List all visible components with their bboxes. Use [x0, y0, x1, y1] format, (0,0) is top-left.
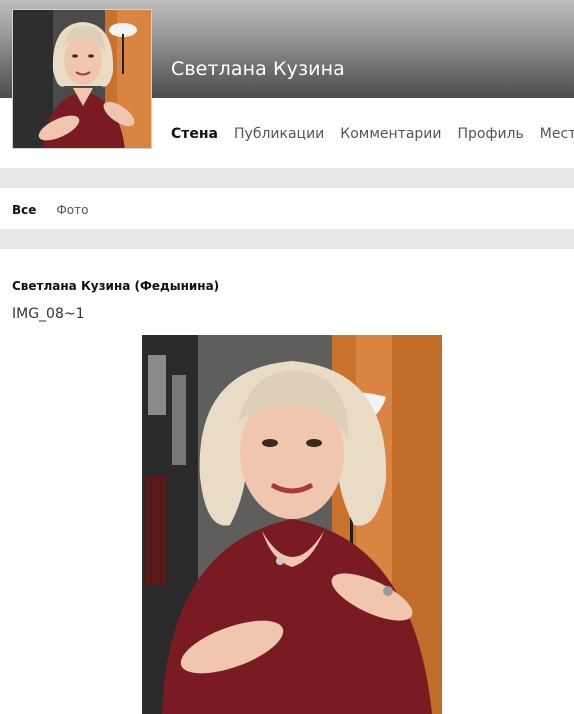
divider [0, 168, 574, 188]
post-caption: IMG_08~1 [12, 306, 85, 322]
tab-wall[interactable]: Стена [171, 126, 218, 146]
profile-name[interactable]: Светлана Кузина [171, 58, 345, 80]
divider [0, 229, 574, 249]
avatar-image [13, 10, 151, 148]
filter-all[interactable]: Все [12, 203, 36, 217]
post-photo[interactable] [142, 335, 442, 714]
tab-profile[interactable]: Профиль [458, 126, 524, 146]
tab-comments[interactable]: Комментарии [340, 126, 441, 146]
tab-publications[interactable]: Публикации [234, 126, 324, 146]
profile-tabs: Стена Публикации Комментарии Профиль Мес… [171, 126, 574, 146]
avatar[interactable] [12, 9, 152, 149]
filter-photo[interactable]: Фото [56, 203, 88, 217]
post-author[interactable]: Светлана Кузина (Федынина) [12, 279, 219, 293]
tab-places[interactable]: Места [540, 126, 574, 146]
feed-filter-tabs: Все Фото [12, 203, 108, 217]
post-photo-image [142, 335, 442, 714]
